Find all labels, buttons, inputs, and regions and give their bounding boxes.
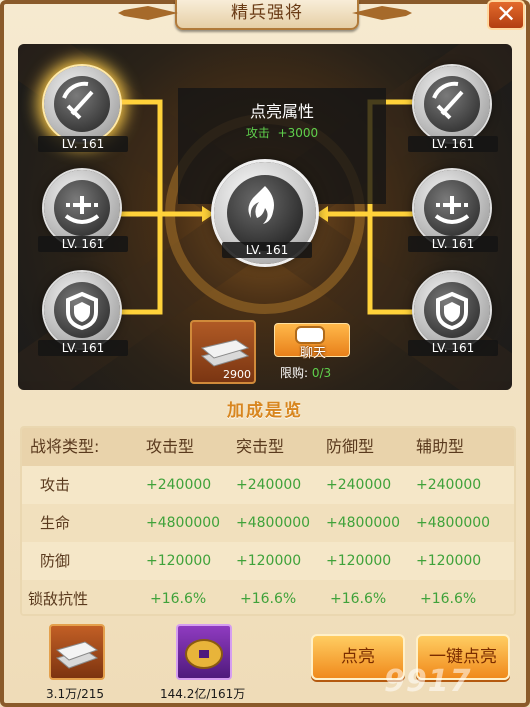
shield-icon bbox=[66, 291, 98, 331]
title-banner: 精兵强将 bbox=[175, 0, 359, 30]
row-label: 生命 bbox=[40, 514, 71, 532]
node-left-defense[interactable] bbox=[44, 272, 120, 348]
row-value: +240000 bbox=[236, 477, 302, 493]
coin-resource-slot[interactable] bbox=[176, 624, 232, 680]
header-cell: 辅助型 bbox=[416, 437, 465, 456]
chat-label: 聊天 bbox=[299, 346, 326, 361]
coin-resource-value: 144.2亿/161万 bbox=[160, 687, 246, 701]
close-button[interactable]: ✕ bbox=[487, 0, 525, 30]
shield-icon bbox=[436, 291, 468, 331]
node-right-heal-level: LV. 161 bbox=[408, 236, 498, 252]
center-node-level: LV. 161 bbox=[222, 242, 312, 258]
row-value: +16.6% bbox=[150, 591, 207, 607]
title-right-ornament-icon bbox=[352, 6, 412, 20]
row-value: +120000 bbox=[416, 553, 482, 569]
silver-ingot-icon bbox=[200, 339, 250, 367]
silver-ingot-icon bbox=[55, 641, 99, 669]
node-left-heal-level: LV. 161 bbox=[38, 236, 128, 252]
title-left-ornament-icon bbox=[118, 6, 178, 20]
heal-plus-icon bbox=[434, 196, 470, 224]
table-row: 防御 +120000 +120000 +120000 +120000 bbox=[22, 542, 514, 580]
table-row: 锁敌抗性 +16.6% +16.6% +16.6% +16.6% bbox=[22, 580, 514, 614]
flame-emblem-icon bbox=[248, 186, 274, 224]
close-icon: ✕ bbox=[495, 0, 517, 28]
row-value: +4800000 bbox=[146, 515, 221, 531]
silver-resource-value: 3.1万/215 bbox=[46, 687, 105, 701]
table-row: 攻击 +240000 +240000 +240000 +240000 bbox=[22, 466, 514, 504]
bonus-section-title: 加成是览 bbox=[227, 401, 303, 421]
header-cell: 防御型 bbox=[326, 437, 375, 456]
cost-item-count: 2900 bbox=[223, 368, 251, 381]
header-cell: 战将类型: bbox=[30, 437, 100, 456]
row-value: +120000 bbox=[146, 553, 212, 569]
row-value: +240000 bbox=[326, 477, 392, 493]
row-value: +16.6% bbox=[240, 591, 297, 607]
row-label: 锁敌抗性 bbox=[28, 590, 89, 608]
row-value: +120000 bbox=[236, 553, 302, 569]
attribute-bonus: 攻击 +3000 bbox=[178, 124, 386, 141]
game-window: 精兵强将 ✕ 点亮属性 攻击 +3000 LV. 161 LV. 161 LV.… bbox=[0, 0, 530, 707]
watermark: 9917 bbox=[384, 664, 472, 699]
node-left-defense-level: LV. 161 bbox=[38, 340, 128, 356]
node-left-heal[interactable] bbox=[44, 170, 120, 246]
row-value: +16.6% bbox=[420, 591, 477, 607]
node-right-defense-level: LV. 161 bbox=[408, 340, 498, 356]
bonus-table-header: 战将类型: 攻击型 突击型 防御型 辅助型 bbox=[22, 428, 514, 466]
node-right-attack[interactable] bbox=[414, 66, 490, 142]
node-right-attack-level: LV. 161 bbox=[408, 136, 498, 152]
sword-icon bbox=[62, 81, 94, 120]
purchase-limit: 限购: 0/3 bbox=[280, 364, 331, 381]
row-value: +240000 bbox=[146, 477, 212, 493]
purchase-limit-label: 限购: bbox=[280, 366, 309, 380]
sword-icon bbox=[432, 81, 464, 120]
row-label: 防御 bbox=[40, 552, 71, 570]
heal-plus-icon bbox=[64, 196, 100, 224]
row-label: 攻击 bbox=[40, 476, 71, 494]
header-cell: 突击型 bbox=[236, 437, 285, 456]
row-value: +4800000 bbox=[236, 515, 311, 531]
header-cell: 攻击型 bbox=[146, 437, 195, 456]
row-value: +4800000 bbox=[326, 515, 401, 531]
node-left-attack-level: LV. 161 bbox=[38, 136, 128, 152]
node-right-defense[interactable] bbox=[414, 272, 490, 348]
node-arena: 点亮属性 攻击 +3000 LV. 161 LV. 161 LV. 161 LV… bbox=[18, 44, 512, 390]
row-value: +240000 bbox=[416, 477, 482, 493]
window-title: 精兵强将 bbox=[231, 3, 303, 23]
node-right-heal[interactable] bbox=[414, 170, 490, 246]
attribute-value: +3000 bbox=[277, 126, 319, 140]
table-row: 生命 +4800000 +4800000 +4800000 +4800000 bbox=[22, 504, 514, 542]
purchase-limit-value: 0/3 bbox=[311, 366, 332, 380]
attribute-label: 攻击 bbox=[245, 126, 270, 140]
silver-resource-slot[interactable] bbox=[49, 624, 105, 680]
row-value: +120000 bbox=[326, 553, 392, 569]
row-value: +16.6% bbox=[330, 591, 387, 607]
bonus-table: 战将类型: 攻击型 突击型 防御型 辅助型 攻击 +240000 +240000… bbox=[20, 426, 516, 616]
chat-button[interactable]: 聊天 bbox=[274, 323, 350, 361]
row-value: +4800000 bbox=[416, 515, 491, 531]
gold-coin-icon bbox=[185, 639, 223, 669]
cost-item-slot[interactable]: 2900 bbox=[190, 320, 256, 384]
attribute-panel-title: 点亮属性 bbox=[249, 102, 314, 121]
node-left-attack[interactable] bbox=[44, 66, 120, 142]
